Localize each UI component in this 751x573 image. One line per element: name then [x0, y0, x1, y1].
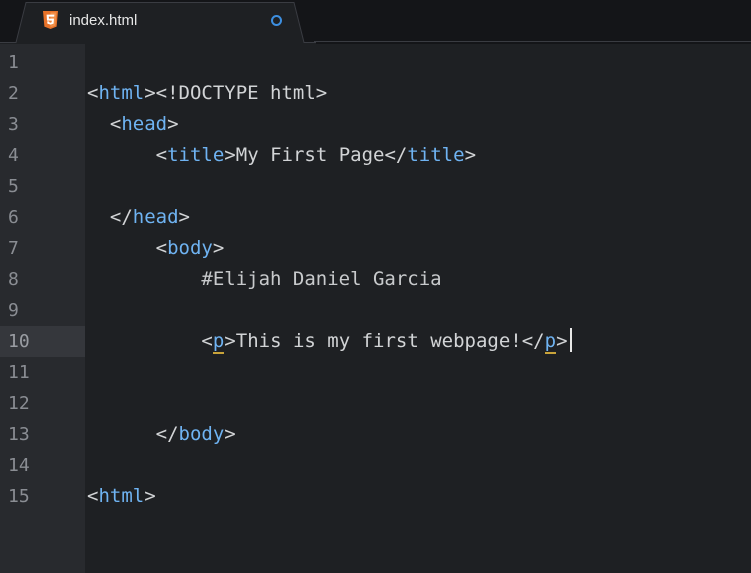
tag-bracket: <: [109, 113, 122, 135]
paragraph-text: This is my first webpage!: [235, 330, 522, 352]
code-line-3[interactable]: <head>: [87, 109, 179, 140]
tag-name: body: [167, 237, 213, 259]
tag-bracket: >: [144, 82, 156, 104]
line-number: 15: [8, 486, 30, 507]
tag-bracket: <: [87, 485, 99, 507]
tab-title: index.html: [69, 12, 138, 29]
code-line-15[interactable]: <html>: [87, 481, 156, 512]
line-number: 2: [8, 83, 19, 104]
code-line-10[interactable]: <p>This is my first webpage!</p>: [87, 326, 572, 357]
line-number: 13: [8, 424, 30, 445]
code-editor-window: index.html 1 2 3 4 5 6 7 8 9 10 11 12 13…: [0, 0, 751, 573]
tag-bracket: >: [144, 485, 156, 507]
tag-bracket: <: [155, 144, 168, 166]
line-number: 8: [8, 269, 19, 290]
tag-bracket: >: [464, 144, 477, 166]
line-number: 6: [8, 207, 19, 228]
line-number: 7: [8, 238, 19, 259]
code-line-13[interactable]: </body>: [87, 419, 236, 450]
html5-icon: [43, 11, 58, 29]
tag-bracket: <: [87, 82, 99, 104]
tag-name: head: [121, 113, 168, 135]
tag-name: body: [178, 423, 225, 445]
line-number: 1: [8, 52, 19, 73]
unsaved-dot-icon[interactable]: [271, 15, 282, 26]
tag-bracket: </: [109, 206, 133, 228]
line-number: 9: [8, 300, 19, 321]
code-line-7[interactable]: <body>: [87, 233, 225, 264]
tag-name: head: [132, 206, 179, 228]
code-line-4[interactable]: <title>My First Page</title>: [87, 140, 476, 171]
line-number-current: 10: [0, 326, 85, 357]
code-line-6[interactable]: </head>: [87, 202, 190, 233]
tag-bracket: <: [155, 237, 168, 259]
line-number: 3: [8, 114, 19, 135]
tag-bracket: <: [201, 330, 213, 352]
tab-bar: index.html: [0, 0, 751, 44]
line-number: 11: [8, 362, 30, 383]
tag-bracket: </: [384, 144, 408, 166]
tag-name: html: [98, 82, 145, 104]
author-text: #Elijah Daniel Garcia: [201, 268, 442, 290]
line-number-gutter: 1 2 3 4 5 6 7 8 9 10 11 12 13 14 15: [0, 44, 85, 573]
tag-bracket: >: [224, 423, 236, 445]
tag-name: title: [167, 144, 225, 166]
code-area[interactable]: <!DOCTYPE html> <html> <head> <title>My …: [85, 44, 751, 573]
tag-bracket: >: [556, 330, 568, 352]
matched-tag-name: p: [212, 330, 225, 354]
tag-bracket: >: [178, 206, 190, 228]
code-line-8[interactable]: #Elijah Daniel Garcia: [87, 264, 442, 295]
tag-name: title: [407, 144, 465, 166]
tag-bracket: </: [155, 423, 179, 445]
tag-bracket: >: [167, 113, 179, 135]
tag-bracket: >: [224, 330, 236, 352]
title-text: My First Page: [235, 144, 385, 166]
code-line-1[interactable]: <!DOCTYPE html>: [87, 47, 328, 104]
tag-name: html: [98, 485, 145, 507]
code-line-2[interactable]: <html>: [87, 78, 156, 109]
line-number: 4: [8, 145, 19, 166]
matched-tag-name: p: [544, 330, 557, 354]
doctype-declaration: <!DOCTYPE html>: [155, 82, 328, 104]
tag-bracket: </: [521, 330, 545, 352]
line-number: 14: [8, 455, 30, 476]
tab-bar-divider: [314, 41, 751, 42]
tab-index-html[interactable]: index.html: [0, 0, 316, 44]
line-number: 12: [8, 393, 30, 414]
tag-bracket: >: [212, 237, 225, 259]
text-cursor: [569, 328, 572, 352]
tag-bracket: >: [224, 144, 236, 166]
line-number: 5: [8, 176, 19, 197]
